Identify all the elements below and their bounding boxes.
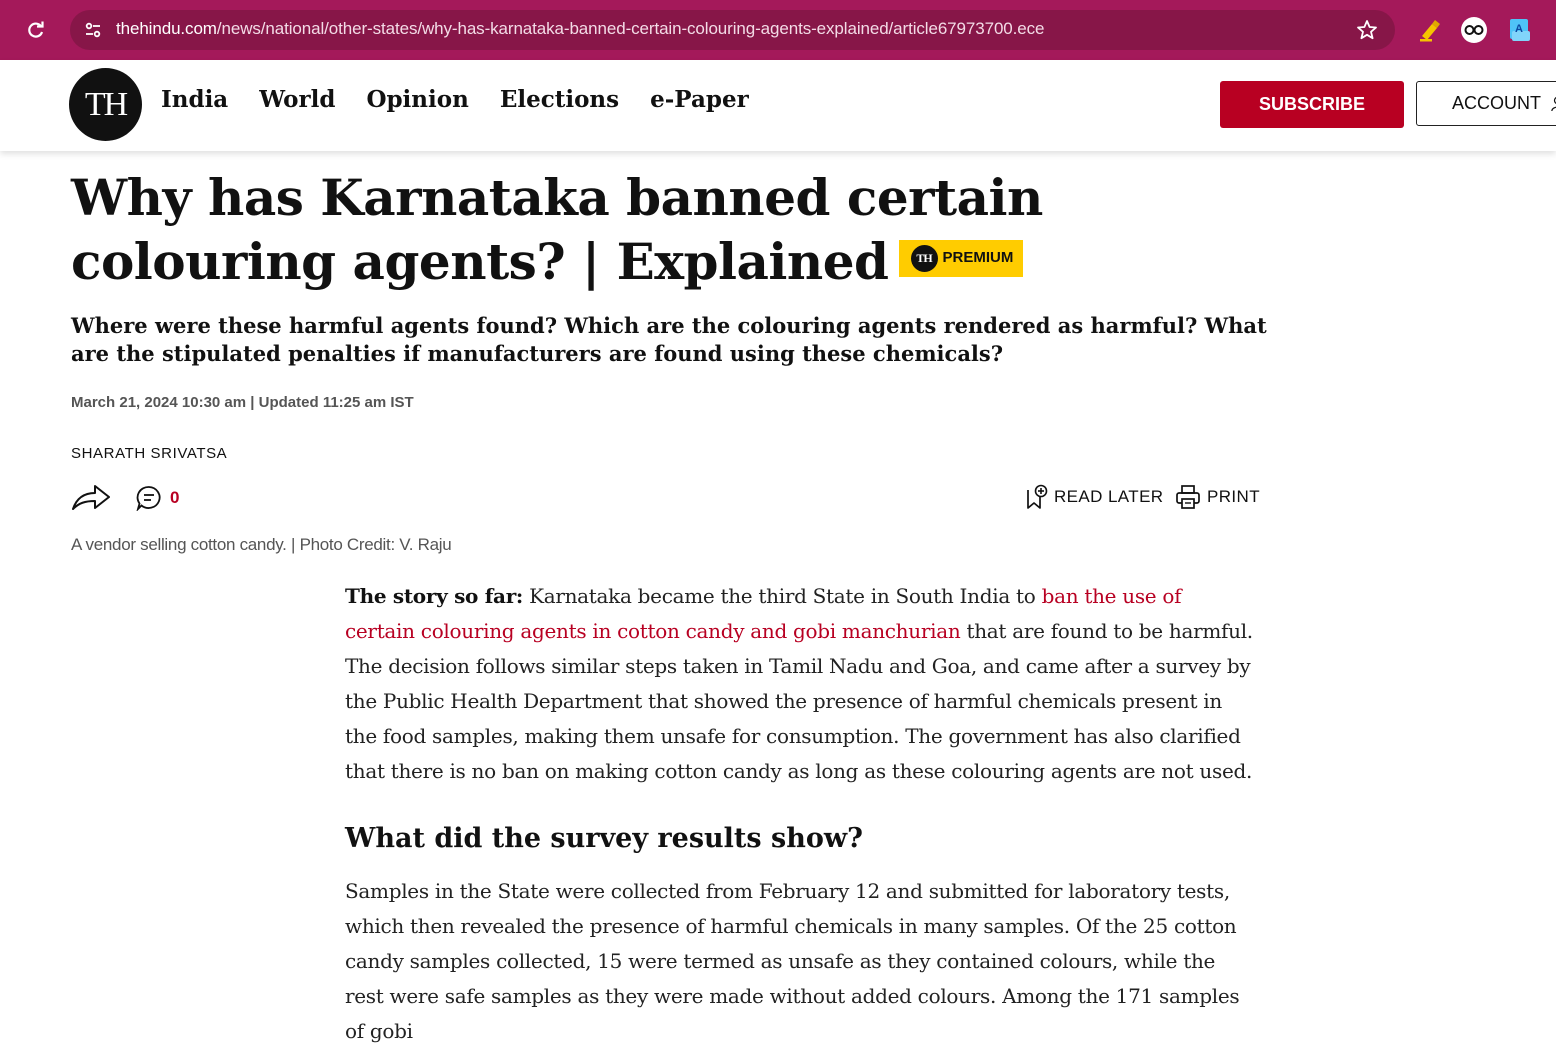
- subscribe-button[interactable]: SUBSCRIBE: [1220, 81, 1404, 128]
- photo-caption: A vendor selling cotton candy. | Photo C…: [71, 535, 451, 555]
- nav-world[interactable]: World: [259, 86, 335, 113]
- url-domain: thehindu.com: [116, 19, 217, 38]
- comment-icon: [136, 485, 162, 511]
- comment-count: 0: [170, 488, 179, 508]
- share-icon[interactable]: [71, 483, 111, 513]
- user-icon: [1551, 95, 1556, 113]
- nav-opinion[interactable]: Opinion: [366, 86, 468, 113]
- nav-epaper[interactable]: e-Paper: [650, 86, 749, 113]
- highlighter-extension-icon[interactable]: [1416, 16, 1444, 44]
- headline-text: Why has Karnataka banned certain colouri…: [71, 168, 1043, 291]
- article-paragraph: Samples in the State were collected from…: [345, 874, 1255, 1049]
- section-heading: What did the survey results show?: [345, 819, 1255, 859]
- the-hindu-logo[interactable]: TH: [69, 68, 142, 141]
- comments-button[interactable]: 0: [136, 485, 179, 511]
- article-headline: Why has Karnataka banned certain colouri…: [71, 166, 1271, 294]
- site-info-icon[interactable]: [82, 19, 104, 41]
- site-header: TH India World Opinion Elections e-Paper…: [0, 60, 1556, 151]
- article-paragraph: The story so far: Karnataka became the t…: [345, 579, 1255, 789]
- premium-label: PREMIUM: [943, 226, 1014, 290]
- account-label: ACCOUNT: [1452, 93, 1541, 114]
- svg-text:A: A: [1515, 23, 1523, 35]
- printer-icon: [1175, 484, 1201, 510]
- article-subheadline: Where were these harmful agents found? W…: [71, 312, 1271, 368]
- article-dateline: March 21, 2024 10:30 am | Updated 11:25 …: [71, 394, 414, 411]
- url-text[interactable]: thehindu.com/news/national/other-states/…: [116, 19, 1044, 39]
- reader-extension-icon[interactable]: [1460, 16, 1488, 44]
- para-text: that are found to be harmful. The decisi…: [345, 619, 1253, 783]
- bookmark-add-icon: [1026, 484, 1048, 510]
- nav-india[interactable]: India: [161, 86, 228, 113]
- premium-badge: THPREMIUM: [899, 240, 1024, 277]
- reload-icon: [26, 20, 46, 40]
- print-button[interactable]: PRINT: [1175, 484, 1260, 510]
- premium-logo-icon: TH: [911, 245, 938, 272]
- read-later-button[interactable]: READ LATER: [1026, 484, 1164, 510]
- article-body: The story so far: Karnataka became the t…: [345, 579, 1255, 1049]
- author-name[interactable]: SHARATH SRIVATSA: [71, 445, 227, 462]
- nav-elections[interactable]: Elections: [500, 86, 619, 113]
- url-path: /news/national/other-states/why-has-karn…: [217, 19, 1045, 38]
- print-label: PRINT: [1207, 487, 1260, 507]
- read-later-label: READ LATER: [1054, 487, 1164, 507]
- account-button[interactable]: ACCOUNT: [1416, 81, 1556, 126]
- main-nav: India World Opinion Elections e-Paper: [161, 86, 780, 113]
- bookmark-star-icon[interactable]: [1355, 18, 1379, 42]
- address-bar[interactable]: thehindu.com/news/national/other-states/…: [70, 10, 1395, 50]
- reload-button[interactable]: [22, 16, 50, 44]
- browser-toolbar: thehindu.com/news/national/other-states/…: [0, 0, 1556, 60]
- para-text: Karnataka became the third State in Sout…: [523, 584, 1042, 608]
- lead-in: The story so far:: [345, 584, 523, 608]
- translate-extension-icon[interactable]: A: [1506, 16, 1534, 44]
